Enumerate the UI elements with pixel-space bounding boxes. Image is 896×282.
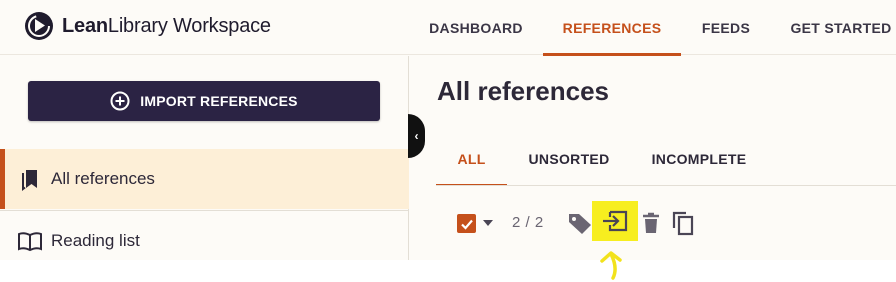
nav-dashboard[interactable]: DASHBOARD — [422, 0, 530, 55]
move-to-list-icon — [603, 210, 628, 232]
leanlibrary-logo-icon — [25, 12, 53, 40]
sidebar-item-label: All references — [51, 169, 155, 188]
add-circle-icon — [110, 91, 130, 111]
delete-icon — [643, 212, 659, 233]
annotation-arrow-icon — [600, 251, 622, 280]
tabs-divider — [436, 185, 896, 186]
nav-feeds[interactable]: FEEDS — [693, 0, 759, 55]
nav-references[interactable]: REFERENCES — [543, 0, 681, 56]
app-window: LeanLibrary Workspace DASHBOARD REFERENC… — [0, 0, 896, 260]
selection-dropdown-toggle[interactable] — [481, 216, 495, 230]
top-navigation-bar: LeanLibrary Workspace DASHBOARD REFERENC… — [0, 0, 896, 56]
delete-button[interactable] — [640, 208, 662, 238]
copy-button[interactable] — [669, 208, 697, 238]
sidebar-item-all-references[interactable]: All references — [0, 149, 409, 209]
nav-get-started[interactable]: GET STARTED — [782, 0, 896, 55]
sidebar-item-reading-list[interactable]: Reading list — [0, 211, 409, 260]
import-references-button[interactable]: IMPORT REFERENCES — [28, 81, 380, 121]
checkmark-icon — [460, 219, 473, 230]
sidebar-item-label: Reading list — [51, 231, 140, 250]
sidebar: IMPORT REFERENCES All references Reading… — [0, 56, 409, 260]
page-title: All references — [437, 76, 609, 106]
tab-all[interactable]: ALL — [436, 132, 507, 186]
open-book-icon — [17, 228, 43, 254]
copy-icon — [672, 211, 694, 236]
brand-name: LeanLibrary Workspace — [62, 14, 271, 37]
tag-button[interactable] — [566, 208, 594, 238]
bookmarks-icon — [17, 166, 43, 192]
import-references-label: IMPORT REFERENCES — [140, 93, 298, 109]
move-to-list-button[interactable] — [592, 201, 638, 241]
tab-unsorted[interactable]: UNSORTED — [520, 132, 618, 186]
select-all-checkbox[interactable] — [457, 214, 476, 233]
brand-logo[interactable]: LeanLibrary Workspace — [24, 11, 271, 41]
main-content: All references ALL UNSORTED INCOMPLETE 2… — [410, 56, 896, 260]
tag-icon — [569, 214, 591, 234]
tab-incomplete[interactable]: INCOMPLETE — [642, 132, 756, 186]
selection-count: 2 / 2 — [512, 214, 544, 231]
caret-down-icon — [483, 220, 493, 226]
